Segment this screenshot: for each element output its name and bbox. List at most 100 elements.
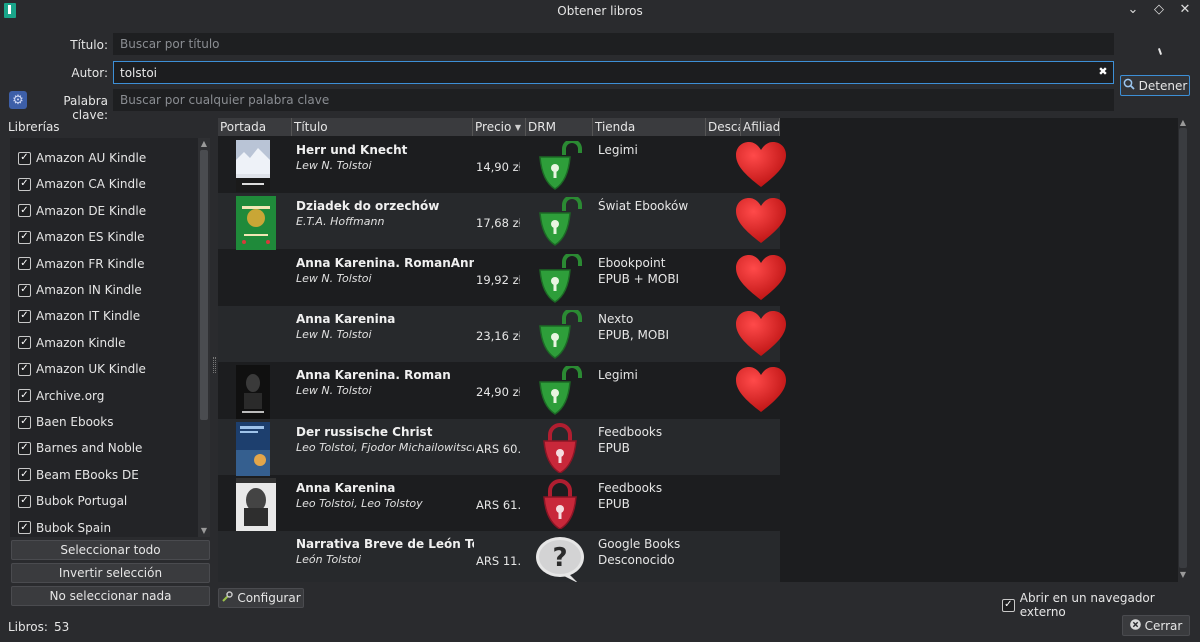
store-name: Legimi [598, 368, 638, 383]
maximize-icon[interactable]: ◇ [1152, 2, 1166, 17]
column-header-drm[interactable]: DRM [526, 118, 593, 136]
download-formats: EPUB [598, 496, 630, 511]
library-checkbox[interactable]: ✓ [18, 389, 31, 403]
window-title: Obtener libros [557, 4, 643, 18]
close-window-icon[interactable]: ✕ [1178, 2, 1192, 17]
scroll-down-icon[interactable]: ▼ [199, 526, 209, 535]
table-row[interactable]: Anna Karenina Lew N. Tolstoi 23,16 zł Nexto… [218, 305, 786, 362]
results-scroll-thumb[interactable] [1179, 128, 1187, 568]
configure-label: Configurar [237, 591, 301, 605]
gear-icon[interactable]: ⚙ [9, 91, 27, 109]
configure-button[interactable]: Configurar [218, 588, 304, 608]
book-cover-image [236, 140, 270, 192]
table-row[interactable]: Anna Karenina. RomanAnna Karenina. Roman… [218, 250, 786, 306]
book-price: ARS 60... [476, 441, 520, 456]
library-item[interactable]: ✓ Amazon Kindle [18, 333, 125, 353]
library-item[interactable]: ✓ Barnes and Noble [18, 438, 142, 458]
library-item[interactable]: ✓ Archive.org [18, 386, 104, 406]
column-header-affiliate[interactable]: Afiliad [741, 118, 780, 136]
stop-button[interactable]: Detener [1120, 75, 1190, 96]
select-all-button[interactable]: Seleccionar todo [11, 540, 210, 560]
book-title: Anna Karenina. RomanAnna Karenina. Roman [296, 255, 474, 270]
library-label: Amazon ES Kindle [36, 230, 145, 245]
library-checkbox[interactable]: ✓ [18, 309, 31, 323]
library-item[interactable]: ✓ Amazon ES Kindle [18, 227, 144, 247]
sort-descending-icon: ▼ [514, 122, 521, 132]
library-label: Amazon FR Kindle [36, 256, 145, 271]
books-label: Libros: [8, 620, 48, 634]
table-row[interactable]: Der russische Christ Leo Tolstoi, Fjodor … [218, 418, 780, 476]
book-author: Lew N. Tolstoi [296, 327, 372, 341]
column-header-store[interactable]: Tienda [593, 118, 706, 136]
title-label: Título: [70, 38, 108, 52]
library-checkbox[interactable]: ✓ [18, 494, 31, 508]
library-checkbox[interactable]: ✓ [18, 336, 31, 350]
library-item[interactable]: ✓ Amazon UK Kindle [18, 359, 146, 379]
affiliate-heart-icon [734, 366, 788, 414]
library-checkbox[interactable]: ✓ [18, 204, 31, 218]
table-row[interactable]: Dziadek do orzechów E.T.A. Hoffmann 17,68 … [218, 193, 786, 251]
splitter-handle[interactable] [213, 357, 216, 373]
title-search-input[interactable] [113, 33, 1114, 55]
book-cover-image [236, 196, 276, 251]
library-item[interactable]: ✓ Amazon CA Kindle [18, 174, 146, 194]
keyword-search-input[interactable] [113, 89, 1114, 111]
store-name: Nexto [598, 311, 634, 326]
library-item[interactable]: ✓ Amazon AU Kindle [18, 148, 146, 168]
library-item[interactable]: ✓ Amazon IT Kindle [18, 306, 140, 326]
library-item[interactable]: ✓ Beam EBooks DE [18, 465, 139, 485]
column-header-cover[interactable]: Portada [218, 118, 292, 136]
library-checkbox[interactable]: ✓ [18, 257, 31, 271]
author-search-input[interactable] [113, 61, 1114, 84]
library-item[interactable]: ✓ Bubok Portugal [18, 491, 127, 511]
magnifier-icon [1123, 78, 1135, 93]
close-button-label: Cerrar [1144, 618, 1183, 633]
library-checkbox[interactable]: ✓ [18, 151, 31, 165]
results-scroll-down-icon[interactable]: ▼ [1178, 570, 1188, 579]
library-checkbox[interactable]: ✓ [18, 230, 31, 244]
library-checkbox[interactable]: ✓ [18, 441, 31, 455]
library-item[interactable]: ✓ Bubok Spain [18, 518, 111, 537]
minimize-icon[interactable]: ⌄ [1126, 2, 1140, 17]
scroll-up-icon[interactable]: ▲ [199, 139, 209, 148]
library-item[interactable]: ✓ Amazon FR Kindle [18, 254, 145, 274]
library-label: Amazon UK Kindle [36, 362, 146, 377]
books-count-status: Libros: 53 [8, 620, 69, 634]
book-title: Herr und Knecht [296, 143, 408, 157]
library-item[interactable]: ✓ Amazon DE Kindle [18, 201, 146, 221]
library-checkbox[interactable]: ✓ [18, 415, 31, 429]
library-label: Baen Ebooks [36, 415, 114, 429]
affiliate-heart-icon [734, 141, 788, 189]
library-checkbox[interactable]: ✓ [18, 177, 31, 191]
download-formats: Desconocido [598, 553, 675, 568]
column-header-price[interactable]: Precio ▼ [473, 118, 526, 136]
libraries-scroll-thumb[interactable] [200, 150, 208, 420]
library-checkbox[interactable]: ✓ [18, 362, 31, 376]
book-title: Anna Karenina [296, 480, 396, 495]
book-author: Lew N. Tolstoi [296, 159, 372, 172]
results-scroll-up-icon[interactable]: ▲ [1178, 118, 1188, 127]
libraries-scrollbar[interactable]: ▲ ▼ [198, 138, 210, 537]
library-item[interactable]: ✓ Baen Ebooks [18, 412, 113, 432]
column-header-title[interactable]: Título [292, 118, 473, 136]
library-item[interactable]: ✓ Amazon IN Kindle [18, 280, 142, 300]
library-label: Amazon Kindle [36, 335, 126, 350]
table-row[interactable]: Herr und Knecht Lew N. Tolstoi 14,90 zł Leg… [218, 137, 786, 193]
results-scrollbar[interactable]: ▲ ▼ [1178, 118, 1188, 582]
library-checkbox[interactable]: ✓ [18, 283, 31, 297]
book-author: Lew N. Tolstoi [296, 271, 372, 285]
invert-selection-button[interactable]: Invertir selección [11, 563, 210, 583]
library-checkbox[interactable]: ✓ [18, 521, 31, 535]
table-row[interactable]: Anna Karenina Leo Tolstoi, Leo Tolstoy ARS… [218, 475, 780, 532]
open-external-checkbox[interactable]: ✓ [1002, 598, 1015, 612]
column-header-downloads[interactable]: Desca [706, 118, 741, 136]
select-none-button[interactable]: No seleccionar nada [11, 586, 210, 606]
table-row[interactable]: Anna Karenina. Roman Lew N. Tolstoi 24,90 … [218, 362, 786, 420]
clear-icon[interactable]: ✖ [1097, 66, 1109, 78]
close-button[interactable]: Cerrar [1122, 615, 1190, 636]
wrench-icon [221, 590, 234, 606]
store-name: Świat Ebooków [598, 199, 689, 214]
table-row[interactable]: Narrativa Breve de León TolstoiLeón Tols… [218, 531, 780, 582]
book-price: ARS 11... [476, 554, 520, 569]
library-checkbox[interactable]: ✓ [18, 468, 31, 482]
